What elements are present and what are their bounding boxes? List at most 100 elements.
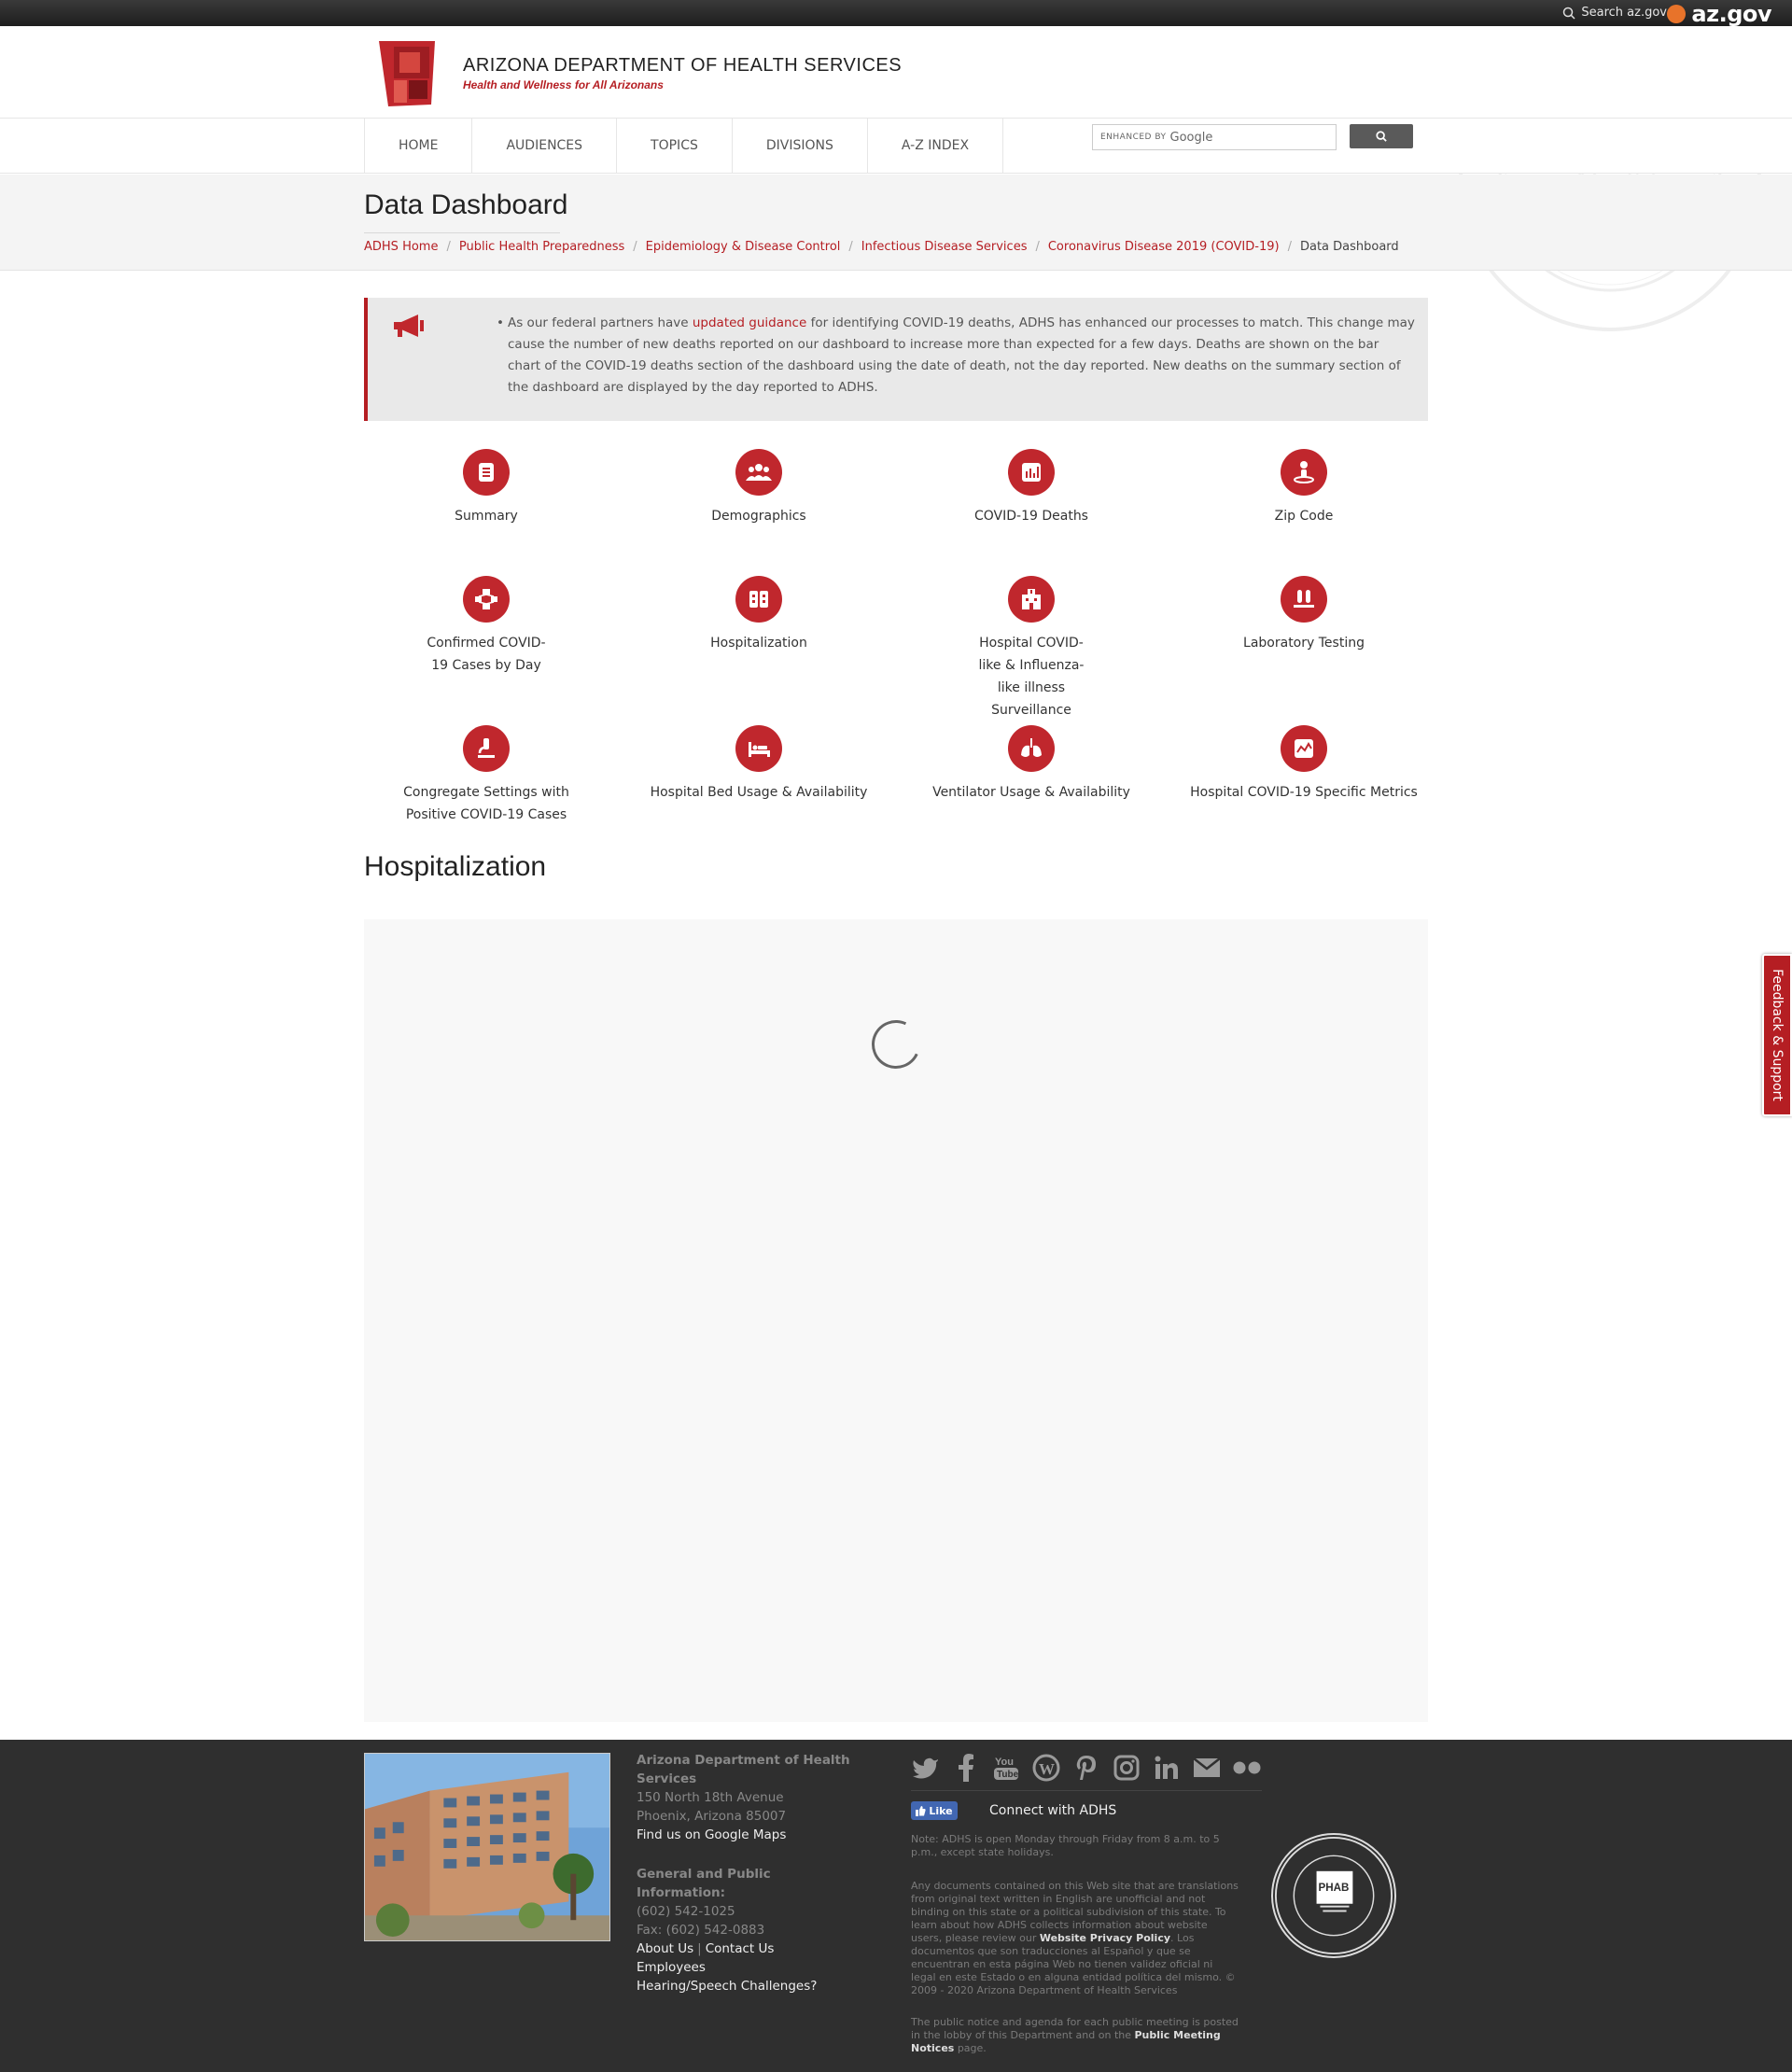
lungs-icon [1021,738,1042,757]
search-icon [1563,7,1575,20]
adhs-logo-icon [379,41,435,106]
contact-us-link[interactable]: Contact Us [706,1941,775,1956]
footer-about-contact: About Us | Contact Us [637,1939,861,1958]
tile-summary[interactable]: Summary [350,449,623,527]
footer-fax: Fax: (602) 542-0883 [637,1923,765,1938]
section-title: Hospitalization [364,851,547,882]
megaphone-icon [394,315,424,337]
breadcrumb: ADHS Home / Public Health Preparedness /… [364,240,1399,254]
tile-hospitalization[interactable]: Hospitalization [623,576,895,654]
microscope-icon [478,738,495,758]
tile-label: COVID-19 Deaths [974,509,1088,524]
alert-message: • As our federal partners have updated g… [497,313,1415,399]
phab-accreditation-seal[interactable]: PHAB [1271,1833,1396,1958]
network-icon [475,589,497,609]
google-maps-link[interactable]: Find us on Google Maps [637,1826,861,1844]
pinterest-icon[interactable] [1071,1753,1101,1783]
feedback-label: Feedback & Support [1770,969,1785,1101]
youtube-icon[interactable]: You Tube [991,1753,1021,1783]
footer-address-line1: 150 North 18th Avenue [637,1790,784,1805]
tile-label: Hospitalization [710,636,807,651]
employees-link[interactable]: Employees [637,1958,861,1977]
tile-congregate-settings[interactable]: Congregate Settings with Positive COVID-… [350,725,623,826]
page-title: Data Dashboard [364,189,568,220]
site-footer: Arizona Department of Health Services 15… [0,1740,1792,2072]
footer-translation-note: Any documents contained on this Web site… [911,1880,1239,1997]
breadcrumb-separator: / [633,240,637,254]
bar-chart-icon [1022,463,1041,482]
feedback-support-tab[interactable]: Feedback & Support [1762,954,1792,1116]
org-tagline: Health and Wellness for All Arizonans [463,77,664,91]
adhs-logo-link[interactable]: ARIZONA DEPARTMENT OF HEALTH SERVICES He… [375,39,902,106]
site-search-button[interactable] [1350,124,1413,148]
page-title-band: Data Dashboard ADHS Home / Public Health… [0,175,1792,271]
hearing-speech-link[interactable]: Hearing/Speech Challenges? [637,1977,861,1995]
facebook-icon[interactable] [951,1753,981,1783]
tile-label: Ventilator Usage & Availability [932,785,1130,800]
breadcrumb-public-health-preparedness[interactable]: Public Health Preparedness [459,240,624,254]
breadcrumb-separator: / [1287,240,1292,254]
updated-guidance-link[interactable]: updated guidance [693,315,806,330]
svg-text:You: You [995,1757,1014,1768]
tile-label: Summary [455,509,518,524]
flickr-icon[interactable] [1232,1753,1262,1783]
azgov-logo-link[interactable]: az.gov [1667,1,1771,27]
tile-laboratory-testing[interactable]: Laboratory Testing [1168,576,1440,654]
loading-spinner-icon [864,1013,928,1076]
tile-label: Laboratory Testing [1243,636,1365,651]
tile-label: Confirmed COVID-19 Cases by Day [427,636,546,673]
footer-contact: Arizona Department of Health Services 15… [637,1751,861,1995]
tile-demographics[interactable]: Demographics [623,449,895,527]
facebook-like-button[interactable]: Like [911,1801,958,1820]
footer-phone: (602) 542-1025 [637,1904,735,1919]
alert-text-before: As our federal partners have [508,315,693,330]
footer-hours-note: Note: ADHS is open Monday through Friday… [911,1833,1220,1858]
tile-hospital-bed-usage[interactable]: Hospital Bed Usage & Availability [623,725,895,804]
breadcrumb-covid-19[interactable]: Coronavirus Disease 2019 (COVID-19) [1048,240,1280,254]
search-icon [1376,131,1387,142]
tile-hospital-specific-metrics[interactable]: Hospital COVID-19 Specific Metrics [1168,725,1440,804]
instagram-icon[interactable] [1112,1753,1141,1783]
linkedin-icon[interactable] [1152,1753,1182,1783]
site-header: ARIZONA DEPARTMENT OF HEALTH SERVICES He… [0,26,1792,118]
search-azgov-link[interactable]: Search az.gov [1562,6,1667,20]
wordpress-icon[interactable]: W [1031,1753,1061,1783]
site-search-input[interactable]: ENHANCED BY Google [1092,124,1337,150]
tile-hospital-ili-surveillance[interactable]: Hospital COVID-like & Influenza-like ill… [895,576,1168,721]
breadcrumb-separator: / [848,240,853,254]
nav-divisions[interactable]: DIVISIONS [731,119,867,173]
building-photo [364,1753,610,1941]
twitter-icon[interactable] [911,1753,941,1783]
top-bar: Search az.gov az.gov [0,0,1792,27]
main-nav: HOME AUDIENCES TOPICS DIVISIONS A-Z INDE… [0,118,1792,174]
breadcrumb-epidemiology[interactable]: Epidemiology & Disease Control [646,240,841,254]
tile-zip-code[interactable]: Zip Code [1168,449,1440,527]
nav-az-index[interactable]: A-Z INDEX [866,119,1004,173]
dashboard-embed[interactable] [364,919,1428,1722]
breadcrumb-infectious-disease[interactable]: Infectious Disease Services [861,240,1028,254]
tile-covid-deaths[interactable]: COVID-19 Deaths [895,449,1168,527]
breadcrumb-separator: / [1035,240,1040,254]
azgov-label: az.gov [1691,1,1771,27]
hospital-building-icon [1022,589,1041,609]
breadcrumb-current: Data Dashboard [1299,240,1399,254]
social-links: You Tube W [911,1753,1262,1783]
connect-with-adhs: Connect with ADHS [989,1803,1117,1818]
social-divider [911,1790,1262,1791]
footer-general-heading: General and Public Information: [637,1867,771,1900]
meeting-note-part2: page. [954,2042,987,2054]
about-us-link[interactable]: About Us [637,1941,693,1956]
hospital-beds-icon [749,591,768,608]
test-tubes-icon [1294,590,1314,608]
privacy-policy-link[interactable]: Website Privacy Policy [1040,1932,1170,1944]
breadcrumb-adhs-home[interactable]: ADHS Home [364,240,438,254]
tile-confirmed-cases[interactable]: Confirmed COVID-19 Cases by Day [350,576,623,677]
alert-bullet: • [497,315,504,330]
nav-home[interactable]: HOME [364,119,471,173]
nav-audiences[interactable]: AUDIENCES [471,119,616,173]
tile-ventilator-usage[interactable]: Ventilator Usage & Availability [895,725,1168,804]
tile-label: Congregate Settings with Positive COVID-… [403,785,569,822]
pipe-separator: | [697,1941,702,1956]
nav-topics[interactable]: TOPICS [616,119,732,173]
email-icon[interactable] [1192,1753,1222,1783]
